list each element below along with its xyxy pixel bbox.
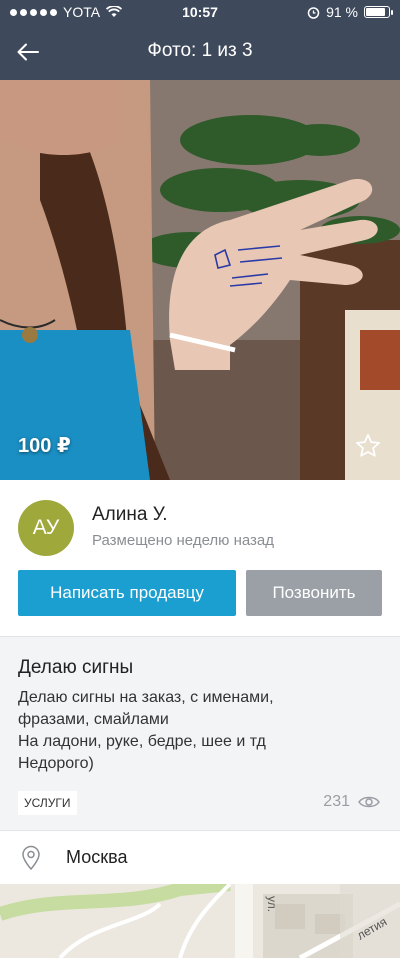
listing-photo[interactable]: 100 ₽ — [0, 80, 400, 480]
location-row[interactable]: Москва — [0, 830, 400, 884]
eye-icon — [358, 796, 380, 808]
views-counter: 231 — [323, 793, 380, 811]
map-preview[interactable]: ул. летия — [0, 884, 400, 958]
page-title: Фото: 1 из 3 — [147, 40, 253, 61]
description-line: На ладони, руке, бедре, шее и тд — [18, 733, 266, 750]
category-tag[interactable]: УСЛУГИ — [18, 791, 77, 815]
header: Фото: 1 из 3 — [0, 24, 400, 80]
city-label: Москва — [66, 847, 128, 867]
status-bar: YOTA 10:57 91 % — [0, 0, 400, 24]
alarm-icon — [307, 6, 320, 19]
description-line: фразами, смайлами — [18, 711, 169, 728]
favorite-button[interactable] — [354, 432, 382, 460]
seller-name[interactable]: Алина У. — [92, 504, 168, 526]
top-bar: YOTA 10:57 91 % Фото: 1 из 3 — [0, 0, 400, 80]
description-section: Делаю сигны Делаю сигны на заказ, с имен… — [0, 636, 400, 830]
posted-date: Размещено неделю назад — [92, 532, 275, 549]
status-right: 91 % — [307, 4, 393, 20]
views-count: 231 — [323, 793, 350, 810]
photo-illustration — [0, 80, 400, 480]
map-street-label: ул. — [265, 896, 279, 912]
battery-percent: 91 % — [326, 4, 358, 20]
location-pin-icon — [22, 845, 40, 871]
call-button[interactable]: Позвонить — [246, 570, 382, 616]
map-graphic: ул. летия — [0, 884, 400, 958]
avatar[interactable]: АУ — [18, 500, 74, 556]
star-icon — [356, 434, 380, 457]
message-seller-button[interactable]: Написать продавцу — [18, 570, 236, 616]
listing-description: Делаю сигны на заказ, с именами, фразами… — [18, 687, 388, 775]
battery-icon — [364, 6, 393, 18]
description-line: Делаю сигны на заказ, с именами, — [18, 689, 274, 706]
description-line: Недорого) — [18, 755, 94, 772]
listing-title: Делаю сигны — [18, 657, 134, 678]
seller-section: АУ Алина У. Размещено неделю назад Напис… — [0, 480, 400, 636]
price-label: 100 ₽ — [18, 435, 71, 457]
battery-fill — [366, 8, 385, 16]
